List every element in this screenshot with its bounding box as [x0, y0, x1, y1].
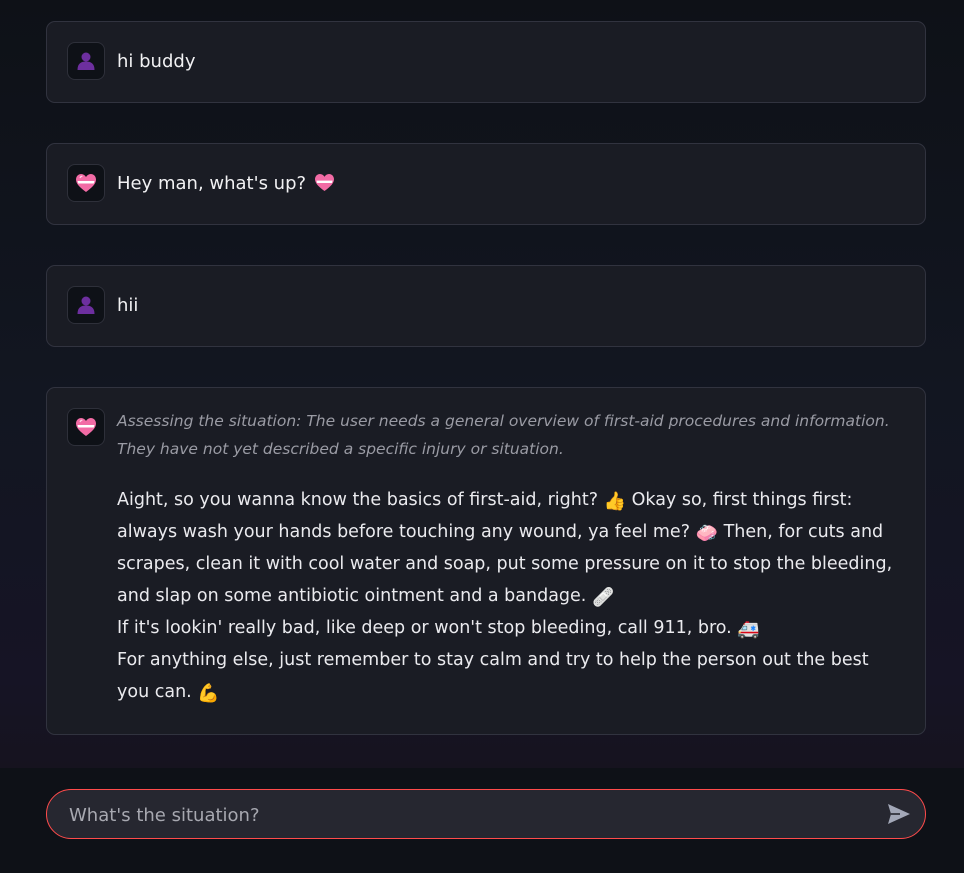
ambulance-icon: 🚑 [737, 619, 760, 640]
soap-icon: 🧼 [695, 523, 718, 544]
message-body: Assessing the situation: The user needs … [47, 388, 925, 734]
thumbs-up-icon: 👍 [603, 491, 627, 512]
assistant-reply: Aight, so you wanna know the basics of f… [117, 484, 899, 708]
heart-icon [76, 418, 96, 436]
user-silhouette-icon [77, 52, 95, 70]
reply-text: Aight, so you wanna know the basics of f… [117, 490, 599, 510]
chat-message-assistant: Hey man, what's up? [46, 143, 926, 225]
message-text-content: Hey man, what's up? [117, 173, 307, 194]
assistant-avatar [67, 408, 105, 446]
reply-text: For anything else, just remember to stay… [117, 650, 869, 702]
chat-input[interactable] [67, 790, 871, 840]
message-text: hi buddy [117, 51, 196, 72]
reply-text: If it's lookin' really bad, like deep or… [117, 618, 732, 638]
chat-message-user: hi buddy [46, 21, 926, 103]
message-text: Hey man, what's up? [117, 171, 335, 200]
chat-message-user: hii [46, 265, 926, 347]
reply-paragraph: If it's lookin' really bad, like deep or… [117, 612, 899, 644]
send-button[interactable] [885, 801, 913, 827]
assistant-thought: Assessing the situation: The user needs … [117, 412, 890, 458]
send-arrow-icon [888, 804, 910, 824]
reply-paragraph: For anything else, just remember to stay… [117, 644, 899, 708]
user-silhouette-icon [77, 296, 95, 314]
chat-input-box [46, 789, 926, 840]
chat-message-list: hi buddy Hey man, what's up? hii Assessi… [46, 21, 926, 735]
chat-message-assistant: Assessing the situation: The user needs … [46, 387, 926, 735]
flexed-biceps-icon: 💪 [197, 683, 220, 704]
assistant-avatar [67, 164, 105, 202]
bandage-icon: 🩹 [591, 587, 615, 608]
user-avatar [67, 286, 105, 324]
user-avatar [67, 42, 105, 80]
heart-icon [315, 173, 335, 192]
reply-paragraph: Aight, so you wanna know the basics of f… [117, 484, 899, 612]
heart-icon [76, 174, 96, 192]
message-text: hii [117, 295, 139, 316]
